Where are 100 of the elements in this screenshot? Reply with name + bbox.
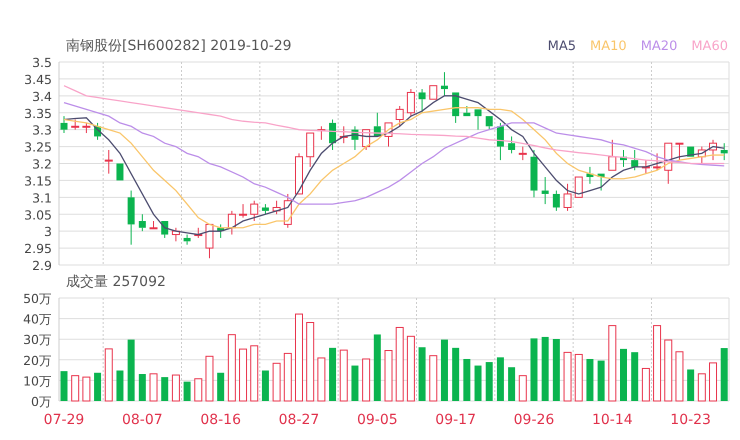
candlestick bbox=[284, 193, 292, 228]
candlestick bbox=[664, 142, 672, 184]
candlestick bbox=[396, 105, 404, 127]
volume-bar bbox=[217, 372, 224, 401]
candlestick bbox=[94, 122, 102, 140]
candlestick bbox=[440, 72, 448, 96]
candlestick bbox=[418, 88, 426, 114]
volume-bar bbox=[150, 373, 158, 402]
volume-bar bbox=[138, 374, 146, 401]
candlestick bbox=[138, 214, 146, 232]
candlestick bbox=[250, 200, 258, 222]
volume-bar bbox=[351, 366, 358, 401]
volume-bar bbox=[104, 348, 113, 402]
volume-bar bbox=[474, 366, 482, 401]
candlestick bbox=[530, 149, 538, 198]
date-label: 09-05 bbox=[356, 412, 398, 428]
volume-title: 成交量 257092 bbox=[66, 273, 166, 291]
candlestick bbox=[508, 136, 516, 154]
volume-bar bbox=[440, 340, 448, 401]
volume-bar bbox=[172, 374, 180, 402]
candlestick bbox=[474, 108, 482, 130]
candlestick bbox=[463, 105, 470, 117]
volume-bar bbox=[620, 348, 627, 401]
date-label: 08-07 bbox=[122, 412, 163, 428]
volume-bar bbox=[128, 340, 135, 401]
volume-bar bbox=[418, 347, 426, 401]
volume-bar bbox=[486, 362, 493, 401]
volume-bar bbox=[184, 382, 191, 401]
candlestick bbox=[698, 146, 706, 164]
candlestick bbox=[82, 122, 90, 134]
price-axis-label: 2.9 bbox=[32, 258, 52, 271]
volume-bar bbox=[564, 352, 572, 402]
price-axis-label: 3.25 bbox=[24, 140, 52, 155]
volume-bar bbox=[161, 377, 168, 401]
candlestick bbox=[608, 139, 616, 171]
volume-bar bbox=[463, 358, 470, 401]
candlestick bbox=[104, 149, 113, 174]
candlestick bbox=[586, 166, 594, 184]
candlestick bbox=[429, 85, 438, 100]
volume-bar bbox=[329, 348, 336, 401]
volume-bar bbox=[71, 375, 80, 402]
candlestick bbox=[128, 190, 135, 246]
volume-bar bbox=[272, 362, 281, 402]
candlestick bbox=[574, 176, 583, 198]
candlestick bbox=[272, 200, 281, 215]
candlestick bbox=[317, 126, 326, 140]
candlestick bbox=[518, 146, 527, 161]
volume-bar bbox=[228, 334, 236, 402]
candlestick bbox=[720, 142, 728, 161]
candlestick bbox=[564, 183, 572, 212]
candlestick bbox=[60, 116, 68, 134]
legend-label: MA10 bbox=[590, 38, 627, 54]
date-label: 08-27 bbox=[278, 412, 320, 428]
volume-bar bbox=[317, 357, 326, 402]
candlestick bbox=[486, 116, 493, 130]
date-label: 09-26 bbox=[514, 412, 554, 428]
volume-bar bbox=[239, 348, 248, 402]
volume-bar bbox=[709, 362, 718, 402]
candlestick bbox=[653, 152, 662, 171]
price-axis-label: 3.2 bbox=[32, 156, 52, 172]
volume-axis-label: 20万 bbox=[23, 352, 52, 368]
date-label: 09-17 bbox=[435, 412, 476, 428]
candlestick bbox=[598, 173, 605, 192]
volume-bar bbox=[340, 350, 348, 402]
candlestick bbox=[452, 92, 460, 124]
price-axis-label: 3.35 bbox=[24, 106, 52, 121]
date-label: 10-14 bbox=[592, 412, 633, 428]
price-axis-label: 3.4 bbox=[32, 88, 52, 104]
volume-axis-label: 10万 bbox=[23, 373, 52, 388]
price-axis-label: 2.95 bbox=[24, 241, 52, 256]
volume-axis-label: 0万 bbox=[31, 394, 52, 409]
candlestick bbox=[340, 126, 348, 144]
volume-bar bbox=[687, 369, 694, 401]
volume-bar bbox=[598, 360, 605, 401]
candlestick bbox=[116, 163, 124, 181]
date-label: 08-16 bbox=[200, 412, 241, 428]
volume-bar bbox=[530, 338, 538, 401]
candlestick bbox=[194, 227, 202, 238]
price-axis-label: 3.1 bbox=[32, 190, 52, 206]
candlestick bbox=[374, 112, 381, 137]
candlestick bbox=[217, 224, 224, 238]
candlestick bbox=[620, 149, 627, 168]
volume-bar bbox=[284, 352, 292, 402]
candlestick bbox=[642, 160, 650, 174]
volume-bar bbox=[574, 354, 583, 402]
candlestick bbox=[239, 204, 248, 218]
volume-bar bbox=[205, 356, 214, 402]
candlestick bbox=[71, 119, 80, 130]
volume-bar bbox=[586, 358, 594, 401]
candlestick bbox=[184, 234, 191, 246]
candlestick bbox=[709, 139, 718, 161]
volume-bar bbox=[508, 367, 516, 401]
date-label: 07-29 bbox=[44, 412, 84, 428]
candlestick bbox=[351, 126, 358, 150]
volume-bar bbox=[720, 348, 728, 401]
volume-axis-label: 50万 bbox=[23, 293, 52, 306]
volume-bar bbox=[194, 378, 202, 402]
volume-bar bbox=[116, 370, 124, 401]
volume-bar bbox=[698, 373, 706, 402]
candlestick bbox=[406, 88, 415, 117]
